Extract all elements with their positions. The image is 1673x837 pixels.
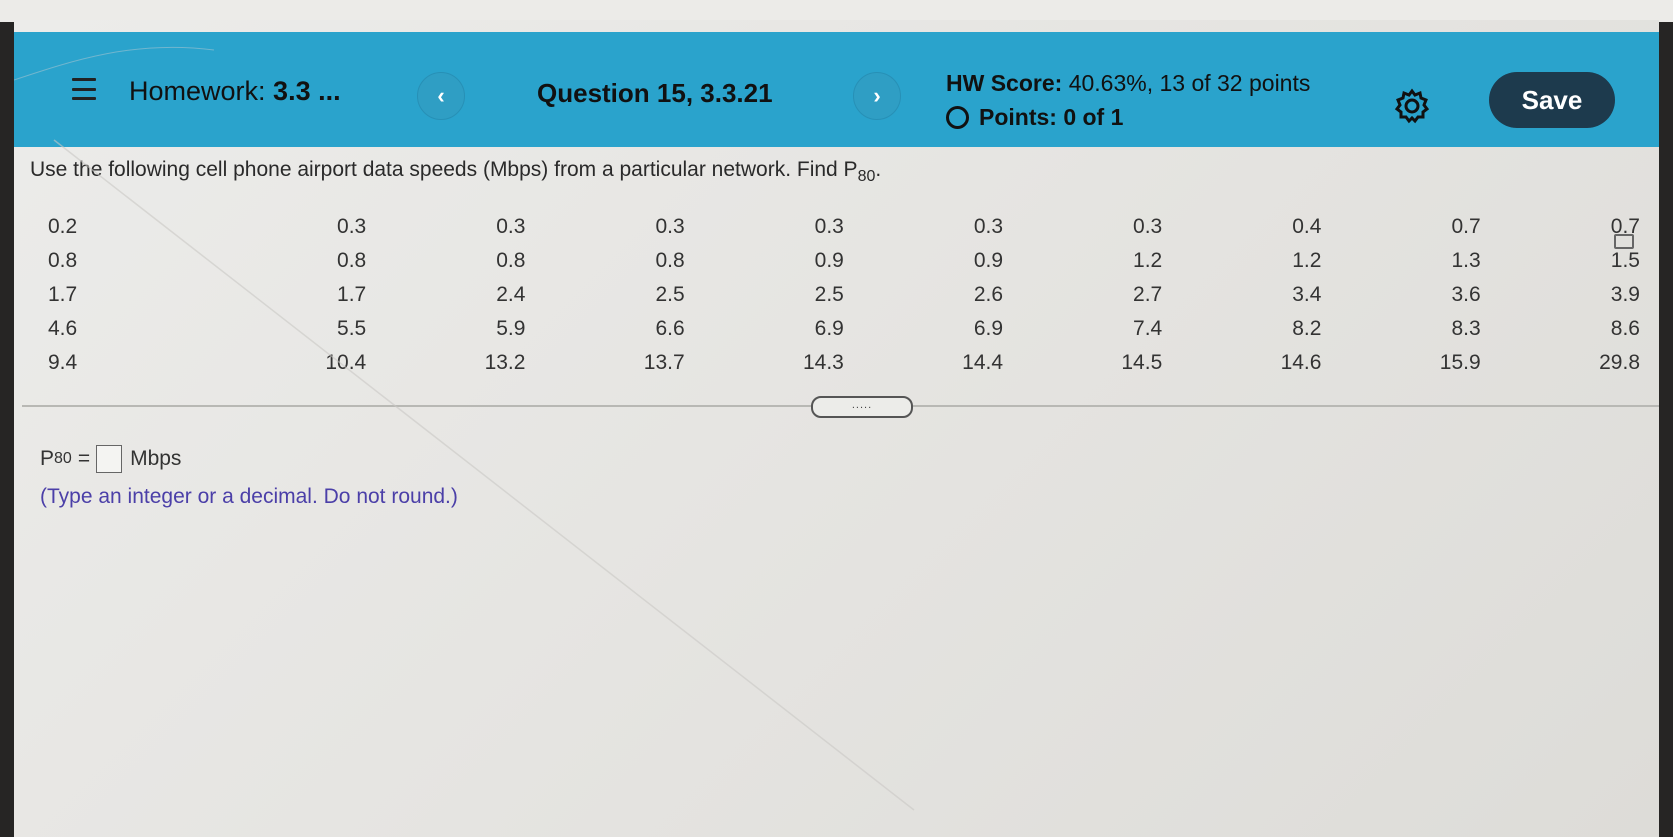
table-cell: 0.3 (814, 215, 844, 238)
table-cell: 1.3 (1451, 249, 1481, 272)
table-cell: 0.3 (337, 215, 367, 238)
table-cell: 0.8 (496, 249, 526, 272)
data-table: 0.2 0.3 0.3 0.3 0.3 0.3 0.3 0.4 0.7 0.7 0.8 0.8 0.8 0… (30, 210, 1640, 380)
question-prompt: Use the following cell phone airport dat… (30, 158, 881, 186)
table-cell: 0.4 (1292, 215, 1322, 238)
hw-score-value: 40.63%, 13 of 32 points (1068, 70, 1311, 96)
hamburger-menu-icon[interactable] (72, 78, 96, 100)
hw-score: HW Score: 40.63%, 13 of 32 points (946, 70, 1310, 97)
table-cell: 14.6 (1280, 351, 1322, 374)
table-cell: 1.7 (48, 283, 78, 306)
answer-label: P (40, 447, 55, 470)
table-cell: 0.3 (973, 215, 1004, 238)
homework-prefix: Homework: (129, 76, 266, 106)
table-cell: 3.9 (1610, 283, 1640, 306)
copy-data-icon[interactable] (1614, 234, 1634, 249)
table-cell: 1.2 (1133, 249, 1163, 272)
table-cell: 14.4 (962, 351, 1004, 374)
app-screen: Homework: 3.3 ... ‹ Question 15, 3.3.21 … (14, 20, 1659, 837)
table-cell: 0.8 (337, 249, 367, 272)
table-cell: 0.3 (496, 215, 526, 238)
table-cell: 14.5 (1121, 351, 1163, 374)
equals-sign: = (77, 447, 91, 470)
answer-hint: (Type an integer or a decimal. Do not ro… (40, 485, 458, 508)
header-bar: Homework: 3.3 ... ‹ Question 15, 3.3.21 … (14, 32, 1659, 147)
table-cell: 13.7 (643, 351, 685, 374)
table-cell: 0.9 (814, 249, 844, 272)
table-cell: 2.5 (655, 283, 685, 306)
gear-icon[interactable] (1394, 88, 1430, 124)
table-cell: 5.5 (337, 317, 367, 340)
prompt-end: . (875, 158, 882, 181)
circle-status-icon (946, 106, 969, 129)
table-cell: 7.4 (1133, 317, 1163, 340)
table-cell: 2.7 (1133, 283, 1163, 306)
table-cell: 2.5 (814, 283, 844, 306)
table-cell: 0.3 (1133, 215, 1163, 238)
points-status: Points: 0 of 1 (946, 104, 1123, 131)
table-cell: 10.4 (325, 351, 367, 374)
table-cell: 0.7 (1451, 215, 1481, 238)
homework-name: 3.3 ... (273, 76, 341, 106)
table-row: 1.7 1.7 2.4 2.5 2.5 2.6 2.7 3.4 3.6 3.9 (30, 278, 1640, 312)
table-cell: 4.6 (48, 317, 78, 340)
table-row: 9.4 10.4 13.2 13.7 14.3 14.4 14.5 14.6 15.9 29.8 (30, 346, 1640, 380)
hw-score-label: HW Score: (946, 70, 1063, 96)
table-row: 0.2 0.3 0.3 0.3 0.3 0.3 0.3 0.4 0.7 0.7 (30, 210, 1640, 244)
save-button[interactable]: Save (1489, 72, 1615, 128)
table-cell: 3.6 (1451, 283, 1481, 306)
table-cell: 2.4 (496, 283, 526, 306)
homework-title[interactable]: Homework: 3.3 ... (129, 76, 341, 107)
table-cell: 15.9 (1439, 351, 1481, 374)
answer-unit: Mbps (130, 447, 182, 470)
table-cell: 6.9 (973, 317, 1004, 340)
table-row: 4.6 5.5 5.9 6.6 6.9 6.9 7.4 8.2 8.3 8.6 (30, 312, 1640, 346)
table-cell: 8.3 (1451, 317, 1481, 340)
table-cell: 29.8 (1599, 351, 1640, 374)
points-label: Points: 0 of 1 (979, 104, 1124, 130)
previous-question-button[interactable]: ‹ (417, 72, 465, 120)
table-cell: 0.9 (973, 249, 1004, 272)
table-row: 0.8 0.8 0.8 0.8 0.9 0.9 1.2 1.2 1.3 1.5 (30, 244, 1640, 278)
table-cell: 1.2 (1292, 249, 1322, 272)
resize-handle[interactable]: ..... (811, 396, 913, 418)
table-cell: 1.5 (1610, 249, 1640, 272)
top-bezel-strip (0, 0, 1673, 22)
answer-input[interactable] (96, 445, 123, 473)
chevron-left-icon: ‹ (437, 83, 445, 108)
table-cell: 8.6 (1610, 317, 1640, 340)
table-cell: 0.8 (48, 249, 78, 272)
prompt-subscript: 80 (857, 168, 876, 186)
table-cell: 6.6 (655, 317, 685, 340)
table-cell: 0.8 (655, 249, 685, 272)
table-cell: 0.3 (655, 215, 685, 238)
table-cell: 5.9 (496, 317, 526, 340)
table-cell: 14.3 (802, 351, 844, 374)
answer-row: P 80 = Mbps (40, 445, 181, 473)
answer-label-subscript: 80 (54, 450, 72, 467)
next-question-button[interactable]: › (853, 72, 901, 120)
table-cell: 13.2 (484, 351, 526, 374)
table-cell: 3.4 (1292, 283, 1322, 306)
table-cell: 1.7 (337, 283, 367, 306)
table-cell: 8.2 (1292, 317, 1322, 340)
table-cell: 6.9 (814, 317, 844, 340)
prompt-text: Use the following cell phone airport dat… (30, 158, 858, 181)
chevron-right-icon: › (873, 83, 881, 108)
question-label: Question 15, 3.3.21 (537, 78, 773, 108)
table-cell: 2.6 (973, 283, 1004, 306)
table-cell: 0.2 (48, 215, 78, 238)
table-cell: 9.4 (48, 351, 78, 374)
